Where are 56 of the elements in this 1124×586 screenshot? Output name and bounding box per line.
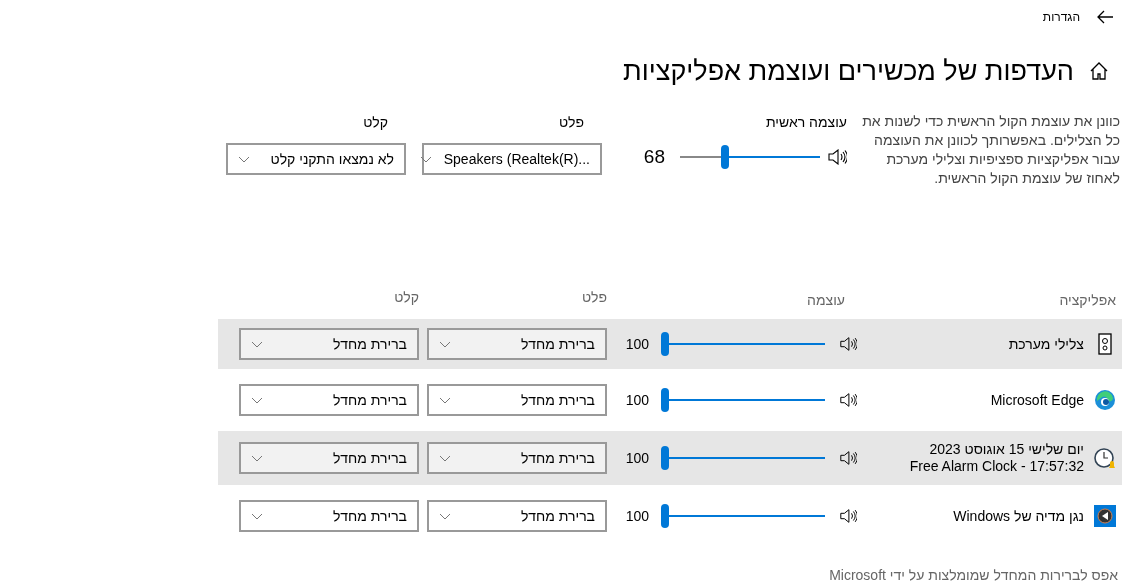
speaker-icon — [839, 336, 857, 352]
volume-reading: 100 — [625, 448, 649, 468]
dropdown[interactable]: ברירת מחדל — [239, 328, 419, 360]
dropdown[interactable]: ברירת מחדל — [427, 384, 607, 416]
chevron-icon — [251, 396, 263, 404]
chevron-icon — [439, 396, 451, 404]
app-name: יום שלישי 15 אוגוסט 2023 — [928, 441, 1084, 458]
description-text: כוונן את עוצמת הקול הראשית כדי לשנות את כל הצלילים. באפשרותך לכוונן את העוצמה עבור אפליקציות ספציפיות וצלילי מערכת לאחוז של עוצמת הקול הראשית. — [861, 112, 1120, 188]
column-header: אפליקציה — [1059, 290, 1116, 310]
home-icon[interactable] — [1088, 60, 1110, 82]
dropdown[interactable]: ברירת מחדל — [427, 328, 607, 360]
window-title: הגדרות — [1042, 9, 1080, 26]
browser-icon — [1094, 389, 1116, 411]
chevron-icon — [439, 512, 451, 520]
slider-thumb[interactable] — [661, 504, 669, 528]
chevron-icon — [251, 512, 263, 520]
chevron-icon — [439, 454, 451, 462]
dropdown[interactable]: ברירת מחדל — [239, 442, 419, 474]
dropdown-label: קלט — [362, 113, 389, 132]
volume-reading: 100 — [625, 334, 649, 354]
column-header: פלט — [581, 289, 607, 305]
speaker-icon — [839, 392, 857, 408]
page-title: העדפות של מכשירים ועוצמת אפליקציות — [623, 54, 1074, 88]
dropdown-label: פלט — [557, 113, 585, 132]
speaker-icon — [827, 149, 847, 166]
speaker-icon — [839, 450, 857, 466]
dropdown[interactable]: לא נמצאו התקני קלט — [226, 143, 406, 175]
column-header: עוצמה — [807, 290, 846, 310]
dropdown[interactable]: ברירת מחדל — [427, 442, 607, 474]
volume-reading: 100 — [625, 506, 649, 526]
column-header: קלט — [394, 289, 419, 305]
dropdown[interactable]: Speakers (Realtek(R)... — [422, 143, 602, 175]
volume-reading: 100 — [625, 390, 649, 410]
slider-thumb[interactable] — [720, 145, 729, 170]
dropdown[interactable]: ברירת מחדל — [427, 500, 607, 532]
app-subtitle: Free Alarm Clock - 17:57:32 — [909, 458, 1084, 475]
dropdown[interactable]: ברירת מחדל — [239, 384, 419, 416]
dropdown[interactable]: ברירת מחדל — [239, 500, 419, 532]
volume-reading: 68 — [643, 145, 665, 169]
master-volume-label: עוצמה ראשית — [764, 113, 847, 132]
speaker-icon — [839, 508, 857, 524]
back-arrow-icon[interactable] — [1096, 10, 1114, 24]
chevron-icon — [439, 340, 451, 348]
slider-thumb[interactable] — [661, 446, 669, 470]
slider-thumb[interactable] — [661, 388, 669, 412]
slider-thumb[interactable] — [661, 332, 669, 356]
reset-link[interactable]: אפס לברירות המחדל שמומלצות על ידי Microsoft — [829, 567, 1118, 583]
app-name: Microsoft Edge — [990, 391, 1084, 409]
chevron-icon — [238, 155, 250, 163]
media-player-icon — [1094, 505, 1116, 527]
chevron-icon — [251, 340, 263, 348]
chevron-icon — [251, 454, 263, 462]
chevron-icon — [419, 155, 432, 163]
app-name: צלילי מערכת — [1008, 335, 1084, 353]
app-name: נגן מדיה של Windows — [953, 507, 1084, 525]
alarm-clock-icon — [1094, 447, 1116, 469]
